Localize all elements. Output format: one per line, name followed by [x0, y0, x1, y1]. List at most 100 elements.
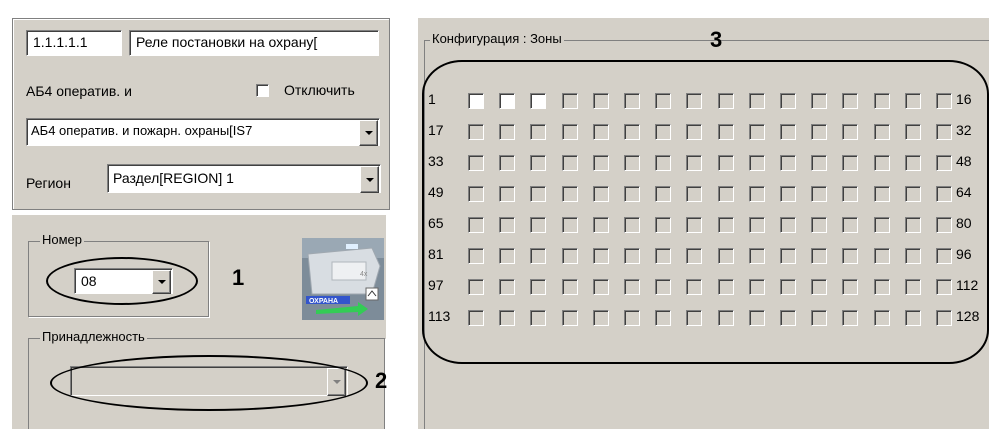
- zone-checkbox[interactable]: [874, 217, 890, 233]
- zone-checkbox[interactable]: [562, 186, 578, 202]
- zone-checkbox[interactable]: [655, 217, 671, 233]
- zone-checkbox[interactable]: [842, 93, 858, 109]
- zone-checkbox[interactable]: [655, 93, 671, 109]
- zone-checkbox[interactable]: [593, 93, 609, 109]
- zone-checkbox[interactable]: [593, 124, 609, 140]
- zone-checkbox[interactable]: [718, 248, 734, 264]
- zone-checkbox[interactable]: [905, 279, 921, 295]
- zone-checkbox[interactable]: [655, 248, 671, 264]
- object-id-field[interactable]: 1.1.1.1.1: [26, 30, 122, 56]
- zone-checkbox[interactable]: [749, 217, 765, 233]
- zone-checkbox[interactable]: [655, 124, 671, 140]
- device-select[interactable]: АБ4 оператив. и пожарн. охраны[IS7: [26, 118, 380, 146]
- zone-checkbox[interactable]: [624, 248, 640, 264]
- zone-checkbox[interactable]: [905, 217, 921, 233]
- affiliation-select[interactable]: [70, 366, 348, 396]
- zone-checkbox[interactable]: [655, 279, 671, 295]
- zone-checkbox[interactable]: [499, 124, 515, 140]
- zone-checkbox[interactable]: [780, 217, 796, 233]
- zone-checkbox[interactable]: [686, 279, 702, 295]
- zone-checkbox[interactable]: [686, 310, 702, 326]
- zone-checkbox[interactable]: [842, 186, 858, 202]
- zone-checkbox[interactable]: [655, 186, 671, 202]
- zone-checkbox[interactable]: [530, 279, 546, 295]
- zone-checkbox[interactable]: [499, 248, 515, 264]
- zone-checkbox[interactable]: [686, 155, 702, 171]
- zone-checkbox[interactable]: [499, 279, 515, 295]
- zone-checkbox[interactable]: [468, 93, 484, 109]
- zone-checkbox[interactable]: [593, 248, 609, 264]
- zone-checkbox[interactable]: [811, 217, 827, 233]
- zone-checkbox[interactable]: [655, 155, 671, 171]
- zone-checkbox[interactable]: [593, 186, 609, 202]
- zone-checkbox[interactable]: [718, 217, 734, 233]
- zone-checkbox[interactable]: [905, 310, 921, 326]
- zone-checkbox[interactable]: [905, 248, 921, 264]
- zone-checkbox[interactable]: [842, 279, 858, 295]
- zone-checkbox[interactable]: [874, 310, 890, 326]
- zone-checkbox[interactable]: [780, 186, 796, 202]
- zone-checkbox[interactable]: [562, 93, 578, 109]
- zone-checkbox[interactable]: [749, 124, 765, 140]
- zone-checkbox[interactable]: [686, 186, 702, 202]
- zone-checkbox[interactable]: [593, 310, 609, 326]
- zone-checkbox[interactable]: [811, 186, 827, 202]
- zone-checkbox[interactable]: [936, 248, 952, 264]
- zone-checkbox[interactable]: [686, 124, 702, 140]
- zone-checkbox[interactable]: [936, 217, 952, 233]
- zone-checkbox[interactable]: [874, 248, 890, 264]
- zone-checkbox[interactable]: [562, 124, 578, 140]
- zone-checkbox[interactable]: [499, 155, 515, 171]
- zone-checkbox[interactable]: [499, 310, 515, 326]
- zone-checkbox[interactable]: [468, 217, 484, 233]
- zone-checkbox[interactable]: [749, 155, 765, 171]
- zone-checkbox[interactable]: [905, 155, 921, 171]
- object-name-field[interactable]: Реле постановки на охрану[: [129, 30, 379, 56]
- zone-checkbox[interactable]: [842, 124, 858, 140]
- zone-checkbox[interactable]: [842, 155, 858, 171]
- zone-checkbox[interactable]: [655, 310, 671, 326]
- zone-checkbox[interactable]: [780, 248, 796, 264]
- zone-checkbox[interactable]: [874, 279, 890, 295]
- zone-checkbox[interactable]: [936, 279, 952, 295]
- zone-checkbox[interactable]: [624, 310, 640, 326]
- zone-checkbox[interactable]: [749, 279, 765, 295]
- zone-checkbox[interactable]: [624, 186, 640, 202]
- zone-checkbox[interactable]: [562, 248, 578, 264]
- zone-checkbox[interactable]: [530, 124, 546, 140]
- zone-checkbox[interactable]: [905, 186, 921, 202]
- zone-checkbox[interactable]: [718, 155, 734, 171]
- zone-checkbox[interactable]: [874, 93, 890, 109]
- affiliation-select-dropdown-button[interactable]: [327, 368, 346, 396]
- device-select-dropdown-button[interactable]: [359, 120, 378, 146]
- zone-checkbox[interactable]: [468, 155, 484, 171]
- zone-checkbox[interactable]: [530, 310, 546, 326]
- zone-checkbox[interactable]: [686, 217, 702, 233]
- zone-checkbox[interactable]: [718, 279, 734, 295]
- zone-checkbox[interactable]: [749, 248, 765, 264]
- zone-checkbox[interactable]: [780, 124, 796, 140]
- zone-checkbox[interactable]: [780, 310, 796, 326]
- number-select-dropdown-button[interactable]: [152, 270, 171, 294]
- zone-checkbox[interactable]: [749, 186, 765, 202]
- zone-checkbox[interactable]: [718, 93, 734, 109]
- number-select[interactable]: 08: [74, 268, 173, 294]
- zone-checkbox[interactable]: [936, 124, 952, 140]
- zone-checkbox[interactable]: [811, 155, 827, 171]
- zone-checkbox[interactable]: [780, 279, 796, 295]
- zone-checkbox[interactable]: [811, 124, 827, 140]
- zone-checkbox[interactable]: [718, 186, 734, 202]
- disable-checkbox[interactable]: [256, 84, 269, 97]
- zone-checkbox[interactable]: [842, 310, 858, 326]
- zone-checkbox[interactable]: [811, 248, 827, 264]
- zone-checkbox[interactable]: [936, 310, 952, 326]
- region-select-dropdown-button[interactable]: [360, 166, 379, 193]
- zone-checkbox[interactable]: [936, 186, 952, 202]
- zone-checkbox[interactable]: [811, 310, 827, 326]
- zone-checkbox[interactable]: [780, 155, 796, 171]
- zone-checkbox[interactable]: [874, 186, 890, 202]
- zone-checkbox[interactable]: [842, 217, 858, 233]
- zone-checkbox[interactable]: [718, 310, 734, 326]
- zone-checkbox[interactable]: [530, 186, 546, 202]
- zone-checkbox[interactable]: [624, 124, 640, 140]
